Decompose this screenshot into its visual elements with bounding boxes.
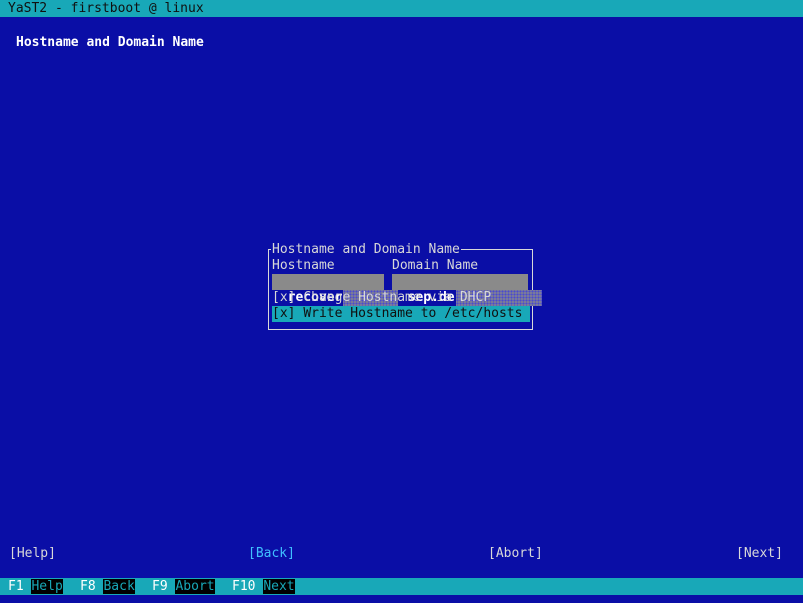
back-button[interactable]: [Back] xyxy=(248,546,295,562)
dhcp-checkbox-label: Change Hostname via DHCP xyxy=(303,290,492,305)
hostname-input[interactable]: recover xyxy=(272,274,399,306)
fkey-help-key: F1 xyxy=(8,579,24,594)
hostname-label: Hostname xyxy=(272,258,335,273)
dhcp-checkbox[interactable]: [x] Change Hostname via DHCP xyxy=(272,290,491,306)
frame-title: Hostname and Domain Name xyxy=(271,242,461,258)
next-button[interactable]: [Next] xyxy=(736,546,783,562)
domain-input[interactable]: sep.de xyxy=(392,274,542,306)
fkey-abort[interactable]: F9 Abort xyxy=(152,578,215,595)
write-hosts-checkbox[interactable]: [x] Write Hostname to /etc/hosts xyxy=(272,306,530,322)
dhcp-checkbox-mark: [x] xyxy=(272,290,296,305)
write-hosts-checkbox-label: Write Hostname to /etc/hosts xyxy=(303,306,523,321)
title-bar: YaST2 - firstboot @ linux xyxy=(0,0,803,17)
fkey-abort-label: Abort xyxy=(175,579,215,594)
function-key-bar: F1 Help F8 Back F9 Abort F10 Next xyxy=(0,578,803,595)
fkey-next[interactable]: F10 Next xyxy=(232,578,295,595)
page-title: Hostname and Domain Name xyxy=(16,35,204,50)
fkey-back-label: Back xyxy=(103,579,135,594)
fkey-help[interactable]: F1 Help xyxy=(8,578,63,595)
fkey-abort-key: F9 xyxy=(152,579,168,594)
abort-button[interactable]: [Abort] xyxy=(488,546,543,562)
write-hosts-checkbox-mark: [x] xyxy=(272,306,296,321)
fkey-next-key: F10 xyxy=(232,579,256,594)
fkey-help-label: Help xyxy=(31,579,63,594)
fkey-next-label: Next xyxy=(263,579,295,594)
help-button[interactable]: [Help] xyxy=(9,546,56,562)
window-title: YaST2 - firstboot @ linux xyxy=(8,1,204,16)
domain-label: Domain Name xyxy=(392,258,479,273)
fkey-back-key: F8 xyxy=(80,579,96,594)
fkey-back[interactable]: F8 Back xyxy=(80,578,135,595)
